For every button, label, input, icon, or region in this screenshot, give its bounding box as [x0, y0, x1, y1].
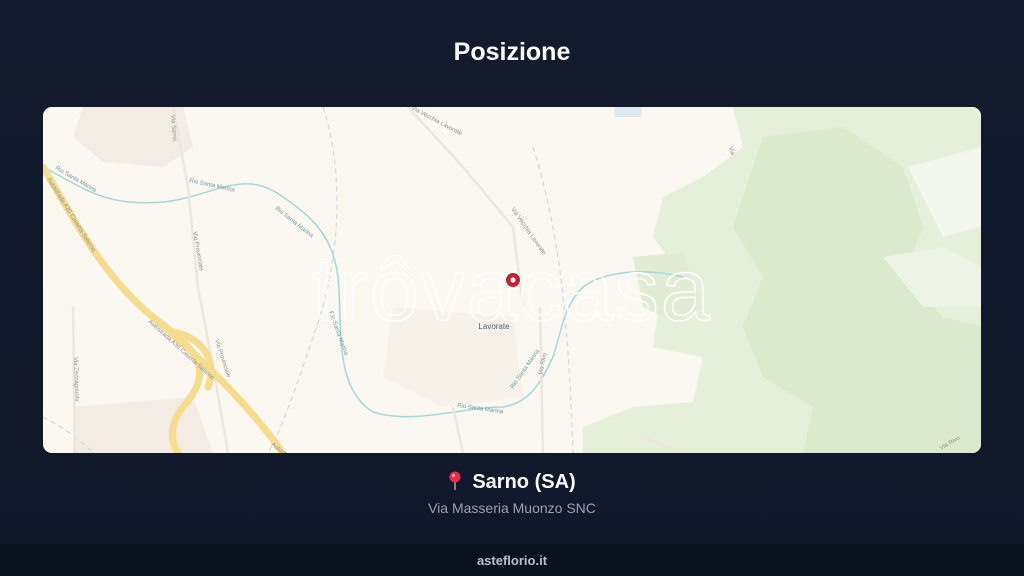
map-canvas[interactable]: Autostrada A30 Caserta-Salerno Autostrad…: [43, 107, 981, 453]
footer-site: asteflorio.it: [476, 553, 548, 568]
page-title: Posizione: [453, 38, 571, 66]
location-city-row: Sarno (SA): [0, 471, 1024, 494]
place-label-lavorate: Lavorate: [478, 322, 510, 331]
map-view[interactable]: Autostrada A30 Caserta-Salerno Autostrad…: [43, 107, 981, 453]
location-address: Via Masseria Muonzo SNC: [428, 500, 596, 516]
round-pushpin-icon: [449, 471, 461, 490]
location-city: Sarno (SA): [472, 471, 576, 493]
footer: asteflorio.it: [0, 544, 1024, 576]
map-watermark: trôvacasa: [312, 240, 712, 339]
location-marker[interactable]: [504, 271, 522, 289]
